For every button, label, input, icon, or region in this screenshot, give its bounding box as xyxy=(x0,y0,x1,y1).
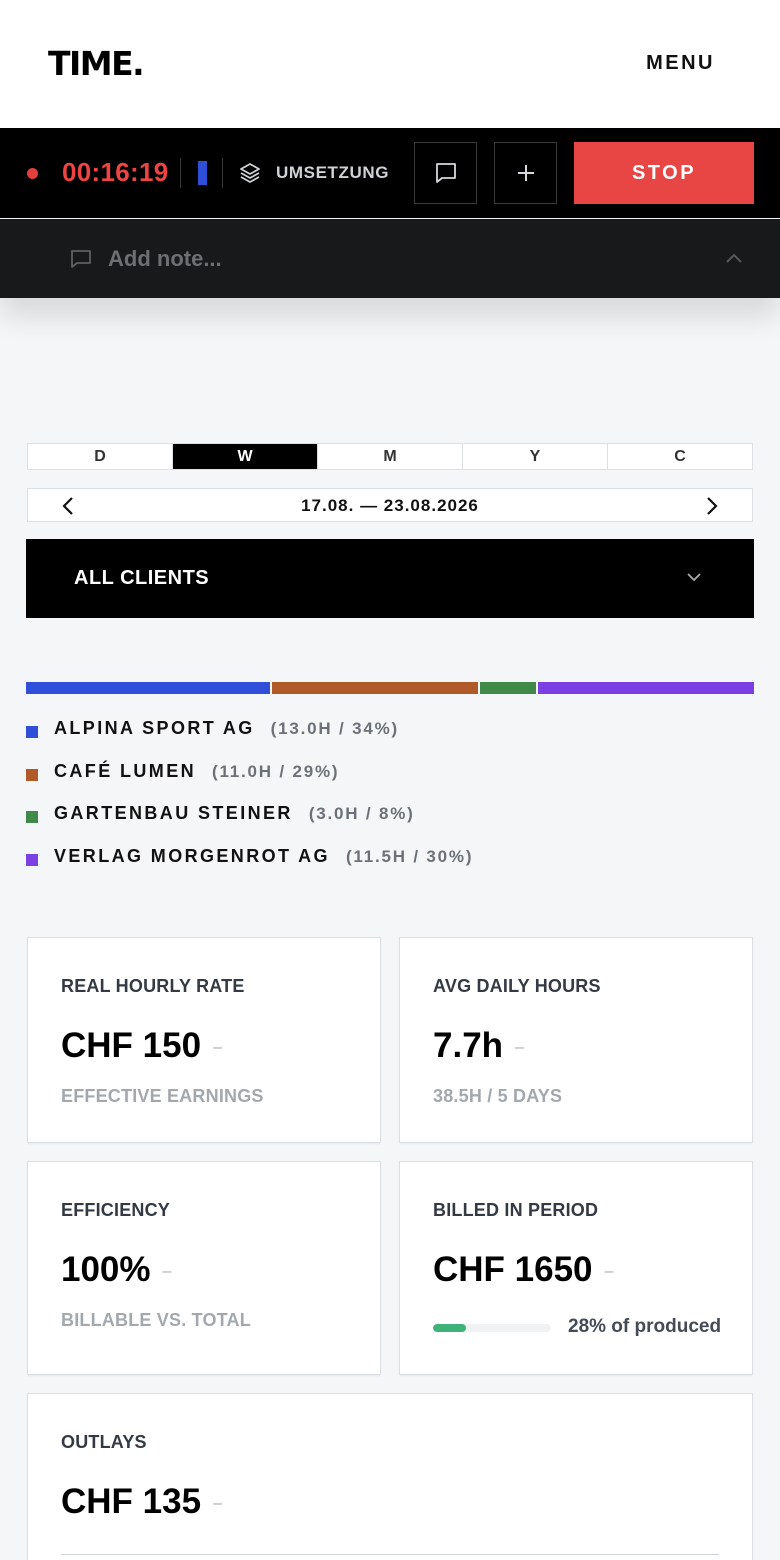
card-efficiency: EFFICIENCY 100% – BILLABLE VS. TOTAL xyxy=(27,1161,381,1375)
comment-icon xyxy=(435,163,456,183)
legend-swatch xyxy=(26,853,38,866)
menu-button[interactable]: MENU xyxy=(646,52,715,75)
chevron-up-icon[interactable] xyxy=(724,251,744,265)
running-timer-bar: 00:16:19 UMSETZUNG STOP xyxy=(0,128,780,218)
tab-w[interactable]: W xyxy=(173,444,318,469)
billed-progress-fill xyxy=(433,1324,467,1332)
legend-item[interactable]: GARTENBAU STEINER (3.0H / 8%) xyxy=(26,803,754,846)
legend-client-stat: (13.0H / 34%) xyxy=(270,719,399,738)
trend-dash: – xyxy=(162,1262,172,1280)
distribution-segment xyxy=(271,682,481,694)
app-header: TIME. MENU xyxy=(0,0,780,128)
trend-dash: – xyxy=(213,1494,222,1512)
legend-item[interactable]: ALPINA SPORT AG (13.0H / 34%) xyxy=(26,718,754,761)
distribution-segment xyxy=(26,682,272,694)
card-subtitle: BILLABLE VS. TOTAL xyxy=(61,1310,251,1330)
tab-y[interactable]: Y xyxy=(463,444,608,469)
legend-client-name: GARTENBAU STEINER xyxy=(54,803,293,824)
client-filter-value: ALL CLIENTS xyxy=(74,567,210,589)
divider xyxy=(180,158,181,188)
trend-dash: – xyxy=(515,1038,524,1056)
card-value: CHF 150– xyxy=(61,1026,222,1066)
billed-progress-label: 28% of produced xyxy=(568,1316,722,1337)
card-title: OUTLAYS xyxy=(61,1432,147,1452)
app-logo[interactable]: TIME. xyxy=(48,44,145,83)
card-title: BILLED IN PERIOD xyxy=(433,1200,599,1220)
legend-item[interactable]: CAFÉ LUMEN (11.0H / 29%) xyxy=(26,761,754,804)
add-entry-button[interactable] xyxy=(494,142,557,204)
value-text: 100% xyxy=(61,1250,151,1289)
divider xyxy=(222,158,223,188)
legend-item[interactable]: VERLAG MORGENROT AG (11.5H / 30%) xyxy=(26,846,754,889)
value-text: 7.7h xyxy=(433,1026,504,1065)
value-text: CHF 150 xyxy=(61,1026,202,1065)
legend-client-stat: (11.0H / 29%) xyxy=(212,761,340,781)
comment-icon xyxy=(71,250,91,268)
divider xyxy=(61,1554,719,1555)
date-range-label: 17.08. — 23.08.2026 xyxy=(301,496,479,515)
card-subtitle: 38.5H / 5 DAYS xyxy=(433,1086,563,1106)
date-range-navigator: 17.08. — 23.08.2026 xyxy=(27,488,753,522)
tab-m[interactable]: M xyxy=(318,444,463,469)
card-value: CHF 135– xyxy=(61,1482,222,1522)
client-distribution-bar xyxy=(26,682,754,694)
project-color-swatch xyxy=(198,161,207,185)
plus-icon xyxy=(517,165,534,181)
card-real-hourly-rate: REAL HOURLY RATE CHF 150– EFFECTIVE EARN… xyxy=(27,937,381,1143)
recording-indicator-icon xyxy=(27,168,38,179)
card-subtitle: EFFECTIVE EARNINGS xyxy=(61,1086,264,1106)
card-avg-daily-hours: AVG DAILY HOURS 7.7h – 38.5H / 5 DAYS xyxy=(399,937,753,1143)
legend-swatch xyxy=(26,768,38,781)
trend-dash: – xyxy=(213,1038,222,1056)
legend-swatch xyxy=(26,811,38,824)
project-name[interactable]: UMSETZUNG xyxy=(276,163,389,183)
billed-progress-bar xyxy=(433,1324,551,1332)
stop-button[interactable]: STOP xyxy=(574,142,754,204)
note-bar xyxy=(0,219,780,298)
legend-client-name: ALPINA SPORT AG xyxy=(54,718,255,738)
client-legend: ALPINA SPORT AG (13.0H / 34%) CAFÉ LUMEN (1… xyxy=(26,718,754,888)
tab-c[interactable]: C xyxy=(608,444,752,469)
card-value: CHF 1650– xyxy=(433,1250,613,1290)
note-input[interactable] xyxy=(108,243,668,275)
period-tabs: DWMYC xyxy=(27,443,753,470)
chevron-right-icon[interactable] xyxy=(700,495,722,517)
card-title: AVG DAILY HOURS xyxy=(433,976,601,996)
chevron-down-icon xyxy=(687,573,701,582)
distribution-segment xyxy=(538,682,754,694)
card-title: REAL HOURLY RATE xyxy=(61,976,245,996)
legend-client-name: CAFÉ LUMEN xyxy=(54,760,196,781)
add-comment-button[interactable] xyxy=(414,142,477,204)
legend-swatch xyxy=(26,726,38,738)
layers-icon xyxy=(240,163,260,183)
tab-d[interactable]: D xyxy=(28,444,173,469)
legend-client-name: VERLAG MORGENROT AG xyxy=(54,845,330,866)
card-value: 100% – xyxy=(61,1250,171,1290)
card-title: EFFICIENCY xyxy=(61,1200,171,1220)
elapsed-time: 00:16:19 xyxy=(62,157,169,187)
legend-client-stat: (11.5H / 30%) xyxy=(345,846,474,866)
card-outlays: OUTLAYS CHF 135– xyxy=(27,1393,753,1560)
card-value: 7.7h – xyxy=(433,1026,524,1066)
distribution-segment xyxy=(480,682,539,694)
value-text: CHF 1650 xyxy=(433,1250,593,1289)
value-text: CHF 135 xyxy=(61,1482,202,1521)
client-filter-dropdown[interactable]: ALL CLIENTS xyxy=(26,539,754,618)
trend-dash: – xyxy=(604,1262,614,1280)
legend-client-stat: (3.0H / 8%) xyxy=(308,804,415,824)
card-billed-in-period: BILLED IN PERIOD CHF 1650– 28% of produc… xyxy=(399,1161,753,1375)
